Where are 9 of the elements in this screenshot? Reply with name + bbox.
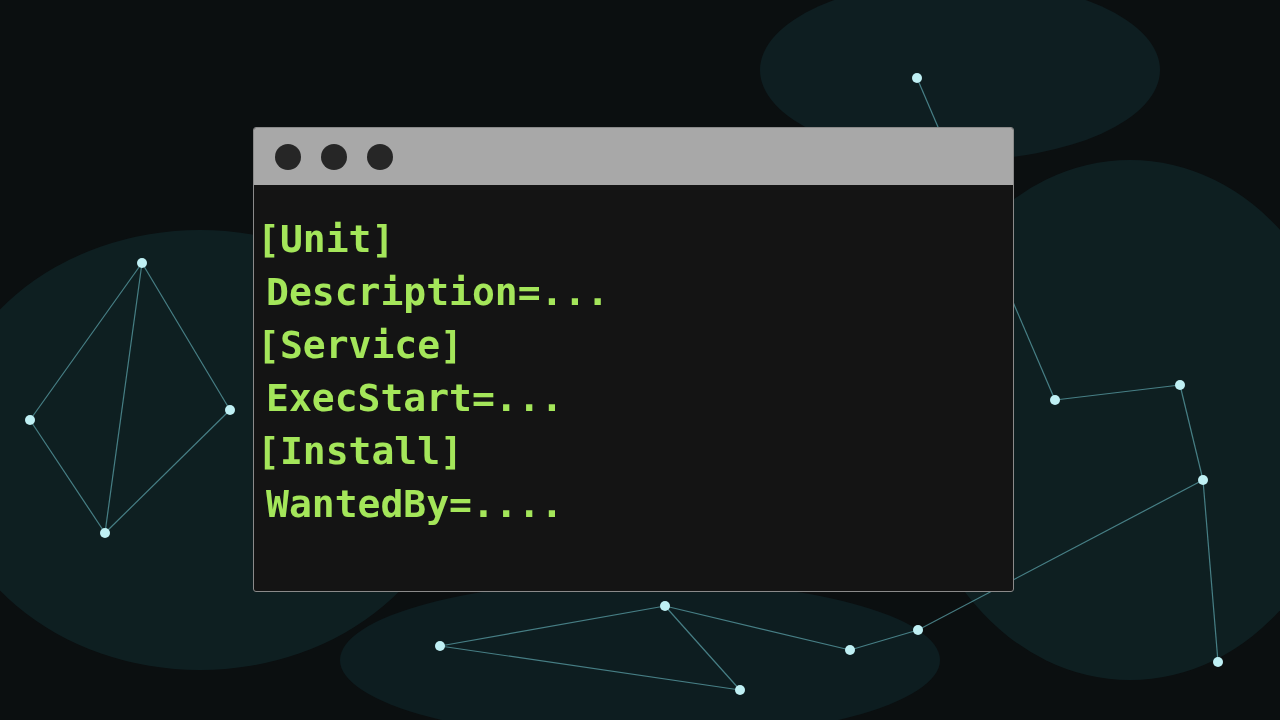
config-line: WantedBy=....: [265, 481, 564, 528]
window-control-icon[interactable]: [321, 143, 347, 170]
section-header: [Install]: [256, 428, 463, 475]
section-header: [Unit]: [256, 216, 395, 263]
window-control-icon[interactable]: [275, 143, 301, 170]
config-line: ExecStart=...: [265, 375, 564, 422]
window-control-icon[interactable]: [367, 143, 393, 170]
config-line: Description=...: [265, 269, 610, 316]
section-header: [Service]: [256, 322, 463, 369]
